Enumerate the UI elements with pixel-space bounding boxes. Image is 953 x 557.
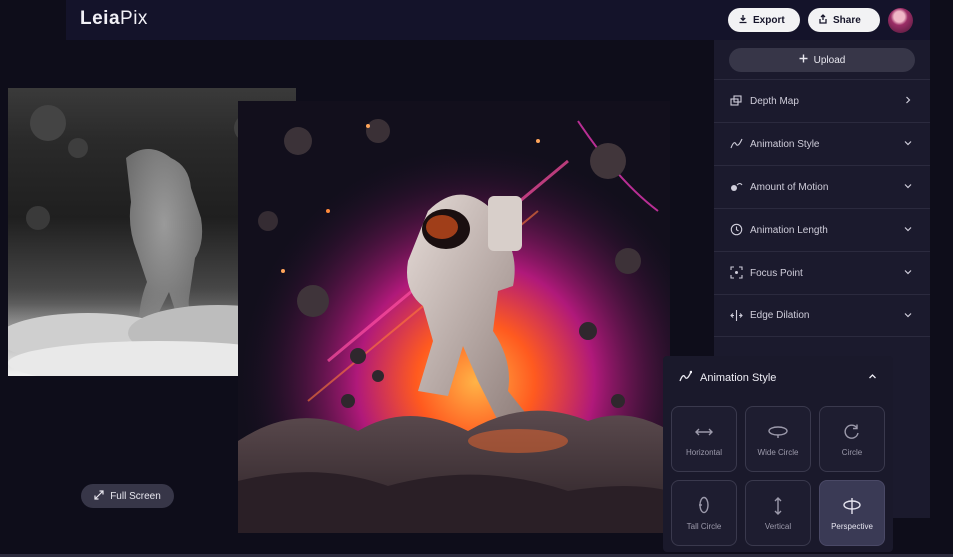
panel-row-label: Depth Map xyxy=(750,95,799,107)
panel-row-label: Animation Length xyxy=(750,224,828,236)
preview-image xyxy=(238,101,670,533)
fullscreen-label: Full Screen xyxy=(110,490,161,502)
circle-icon xyxy=(843,422,861,442)
layers-icon xyxy=(730,94,744,108)
share-icon xyxy=(818,13,828,27)
vertical-arrows-icon xyxy=(772,496,784,516)
panel-row-label: Amount of Motion xyxy=(750,181,829,193)
clock-icon xyxy=(730,223,744,237)
chevron-down-icon xyxy=(904,268,914,278)
popover-title: Animation Style xyxy=(700,372,777,384)
motion-icon xyxy=(730,180,744,194)
style-option-tall-circle[interactable]: Tall Circle xyxy=(671,480,737,546)
panel-row-animation-style[interactable]: Animation Style xyxy=(714,122,930,165)
wide-circle-icon xyxy=(767,422,789,442)
animation-style-icon xyxy=(730,137,744,151)
style-option-label: Wide Circle xyxy=(757,447,799,457)
popover-header[interactable]: Animation Style xyxy=(679,370,877,386)
panel-row-animation-length[interactable]: Animation Length xyxy=(714,208,930,251)
style-option-label: Perspective xyxy=(831,521,873,531)
top-bar: LeiaPix Export Share xyxy=(66,0,930,40)
panel-row-focus-point[interactable]: Focus Point xyxy=(714,251,930,294)
chevron-down-icon xyxy=(904,182,914,192)
tall-circle-icon xyxy=(697,496,711,516)
panel-row-label: Edge Dilation xyxy=(750,310,810,321)
style-option-label: Tall Circle xyxy=(686,521,722,531)
style-option-circle[interactable]: Circle xyxy=(819,406,885,472)
chevron-down-icon xyxy=(904,311,914,321)
plus-icon xyxy=(799,54,808,66)
chevron-down-icon xyxy=(904,225,914,235)
chevron-right-icon xyxy=(904,96,914,106)
chevron-down-icon xyxy=(904,139,914,149)
horizontal-arrows-icon xyxy=(694,422,714,442)
panel-row-edge-dilation[interactable]: Edge Dilation xyxy=(714,294,930,337)
expand-icon xyxy=(94,489,104,503)
user-avatar[interactable] xyxy=(888,8,913,33)
panel-row-label: Animation Style xyxy=(750,138,820,150)
panel-row-label: Focus Point xyxy=(750,267,803,279)
export-button[interactable]: Export xyxy=(728,8,800,32)
edge-dilation-icon xyxy=(730,309,744,323)
share-label: Share xyxy=(833,14,861,26)
perspective-icon xyxy=(841,496,863,516)
style-option-perspective[interactable]: Perspective xyxy=(819,480,885,546)
panel-row-amount-of-motion[interactable]: Amount of Motion xyxy=(714,165,930,208)
animation-style-popover: Animation Style Horizontal Wide Circle C… xyxy=(663,356,893,552)
chevron-up-icon[interactable] xyxy=(868,372,877,384)
share-button[interactable]: Share xyxy=(808,8,880,32)
style-option-label: Horizontal xyxy=(685,447,722,457)
fullscreen-button[interactable]: Full Screen xyxy=(81,484,174,508)
panel-row-depth-map[interactable]: Depth Map xyxy=(714,79,930,122)
logo-main: Leia xyxy=(80,8,121,29)
style-option-label: Vertical xyxy=(764,521,792,531)
export-label: Export xyxy=(753,14,785,26)
app-logo[interactable]: LeiaPix xyxy=(80,8,148,30)
upload-label: Upload xyxy=(813,54,846,66)
style-option-label: Circle xyxy=(841,447,863,457)
style-option-wide-circle[interactable]: Wide Circle xyxy=(745,406,811,472)
animation-style-icon xyxy=(679,370,693,386)
download-icon xyxy=(738,14,748,27)
style-option-horizontal[interactable]: Horizontal xyxy=(671,406,737,472)
logo-sub: Pix xyxy=(120,8,148,29)
focus-icon xyxy=(730,266,744,280)
upload-button[interactable]: Upload xyxy=(729,48,915,72)
style-option-vertical[interactable]: Vertical xyxy=(745,480,811,546)
